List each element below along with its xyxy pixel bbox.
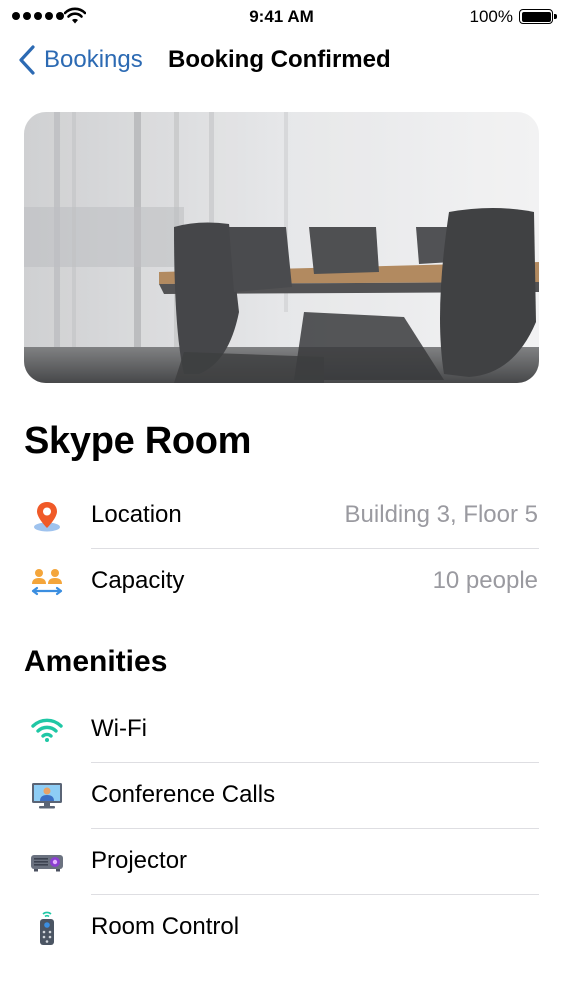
page-title: Booking Confirmed: [168, 46, 391, 73]
video-call-icon: [28, 779, 66, 813]
amenity-conference-calls: Conference Calls: [0, 763, 563, 829]
amenity-projector: Projector: [0, 829, 563, 895]
location-label: Location: [91, 501, 182, 528]
amenity-label: Projector: [91, 847, 188, 874]
amenity-label: Wi-Fi: [91, 715, 147, 742]
wifi-icon: [28, 713, 66, 747]
room-photo: [24, 112, 539, 383]
back-button[interactable]: Bookings: [18, 44, 143, 76]
projector-icon: [28, 845, 66, 879]
amenity-room-control: Room Control: [0, 895, 563, 961]
battery-icon: [519, 9, 557, 24]
room-name: Skype Room: [24, 420, 252, 462]
capacity-row: Capacity 10 people: [0, 549, 563, 615]
navigation-bar: Bookings Booking Confirmed: [0, 38, 563, 86]
battery-percentage: 100%: [469, 7, 513, 26]
remote-control-icon: [28, 911, 66, 945]
amenity-label: Room Control: [91, 913, 240, 940]
back-button-label: Bookings: [44, 46, 143, 73]
status-bar: 9:41 AM 100%: [0, 0, 563, 34]
amenities-heading: Amenities: [24, 645, 168, 678]
capacity-value: 10 people: [432, 567, 538, 594]
people-icon: [28, 565, 66, 599]
amenity-label: Conference Calls: [91, 781, 276, 808]
amenity-wifi: Wi-Fi: [0, 697, 563, 763]
location-pin-icon: [28, 499, 66, 533]
chevron-left-icon: [19, 45, 35, 75]
location-row: Location Building 3, Floor 5: [0, 483, 563, 549]
location-value: Building 3, Floor 5: [344, 501, 538, 528]
capacity-label: Capacity: [91, 567, 185, 594]
